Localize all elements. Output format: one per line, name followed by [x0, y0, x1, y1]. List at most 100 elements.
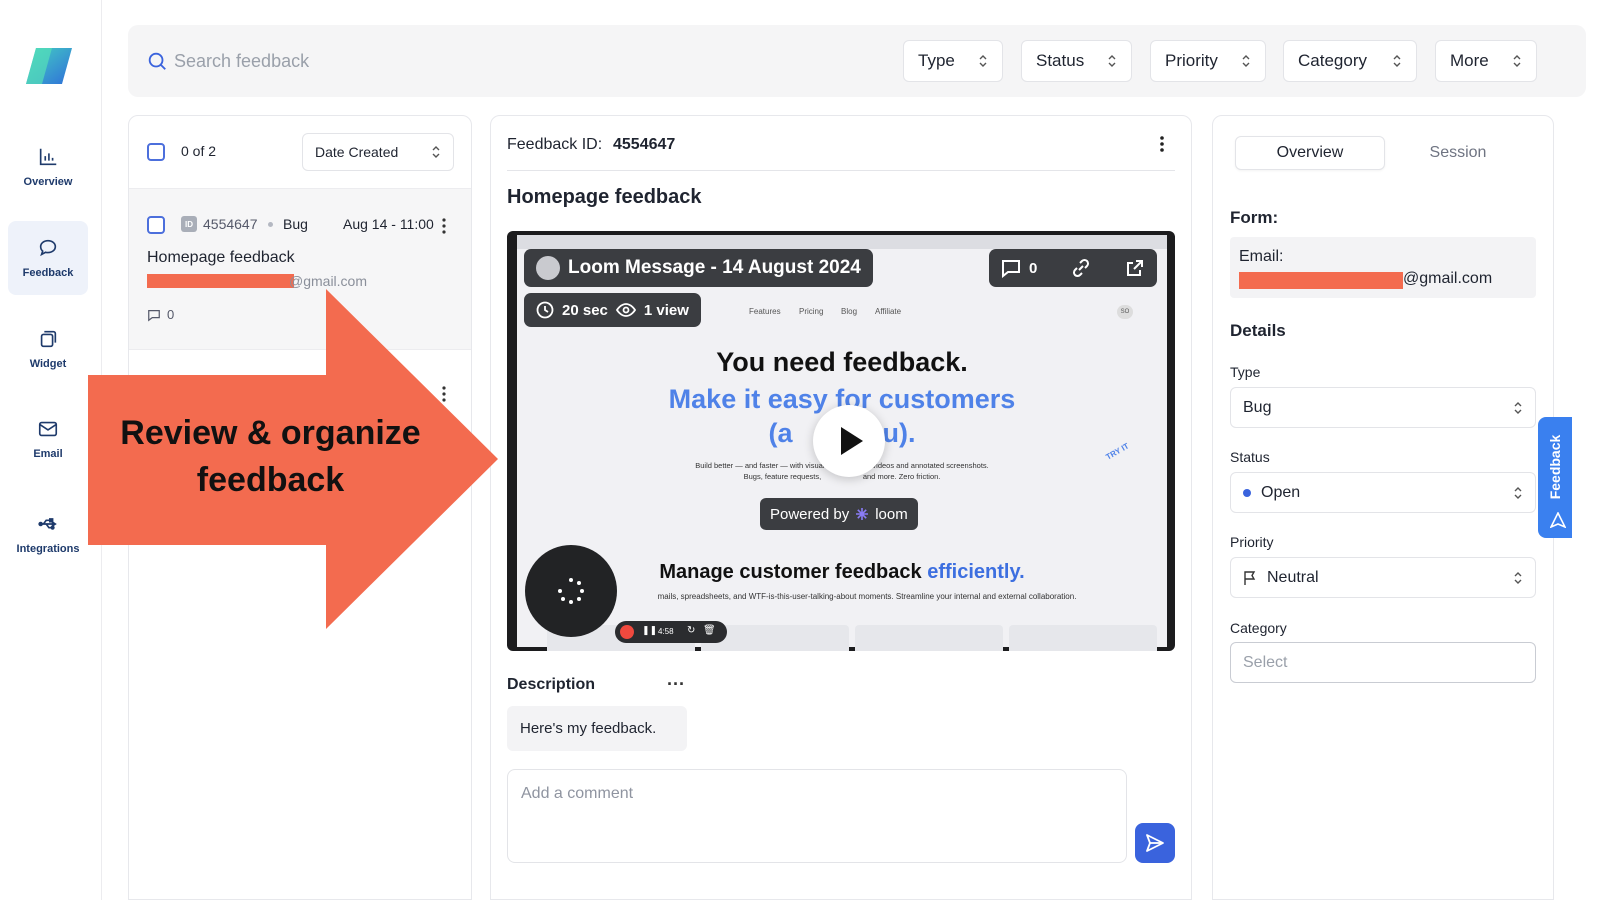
status-field-label: Status: [1230, 449, 1270, 465]
status-filter[interactable]: Status: [1021, 40, 1132, 82]
site-headline: You need feedback.: [716, 347, 968, 377]
video-comment-value: 0: [1029, 259, 1038, 277]
app-logo[interactable]: [26, 48, 72, 84]
type-filter[interactable]: Type: [903, 40, 1003, 82]
feedback-widget-tab[interactable]: Feedback: [1538, 417, 1572, 538]
chevron-up-down-icon: [1513, 55, 1521, 67]
site-avatar: SO: [1117, 305, 1133, 319]
sidebar-item-label: Email: [33, 448, 63, 460]
category-select[interactable]: Select: [1230, 642, 1536, 683]
app-root: Overview Feedback Widget Email Integrati…: [0, 0, 1600, 900]
external-link-icon[interactable]: [1125, 258, 1145, 278]
chevron-up-down-icon: [1108, 55, 1116, 67]
chat-bubble-icon: [39, 239, 57, 257]
video-actions-pill: 0: [989, 249, 1157, 287]
details-section-label: Details: [1230, 321, 1286, 340]
chevron-up-down-icon: [1242, 55, 1250, 67]
video-player[interactable]: Features Pricing Blog Affiliate SO You n…: [507, 231, 1175, 651]
email-label: Email:: [1239, 248, 1284, 265]
powered-by-label: Powered by: [770, 505, 850, 523]
type-select[interactable]: Bug: [1230, 387, 1536, 428]
pause-icon[interactable]: ❚❚: [642, 625, 657, 636]
chevron-up-down-icon: [979, 55, 987, 67]
form-section-label: Form:: [1230, 208, 1279, 227]
separator-dot: [268, 222, 273, 227]
site-thumbnail: [1009, 625, 1157, 651]
description-text: Here's my feedback.: [507, 706, 687, 751]
more-vertical-icon[interactable]: [442, 218, 446, 234]
search-icon: [148, 52, 166, 70]
stop-record-icon[interactable]: [620, 625, 634, 639]
callout-text-line: Review & organize: [120, 414, 421, 452]
clock-icon: [536, 301, 554, 319]
trash-icon[interactable]: 🗑: [703, 625, 716, 636]
link-icon[interactable]: [1071, 258, 1091, 278]
sidebar-item-email[interactable]: Email: [8, 402, 88, 476]
send-icon: [1146, 834, 1164, 852]
video-comment-count[interactable]: 0: [1001, 258, 1037, 278]
status-select[interactable]: Open: [1230, 472, 1536, 513]
site-nav-item: Blog: [841, 307, 858, 316]
priority-field-label: Priority: [1230, 534, 1274, 550]
site-subheadline-part: (a: [768, 418, 793, 448]
sort-select[interactable]: Date Created: [302, 133, 454, 171]
more-vertical-icon[interactable]: [1160, 136, 1164, 152]
loading-spinner-icon: [558, 578, 584, 604]
site-nav-item: Affiliate: [875, 307, 902, 316]
status-value: Open: [1261, 483, 1301, 501]
restart-icon[interactable]: ↻: [687, 625, 695, 636]
more-horizontal-icon[interactable]: ···: [667, 674, 685, 695]
sidebar-item-feedback[interactable]: Feedback: [8, 221, 88, 295]
item-id: 4554647: [203, 216, 258, 232]
flag-icon: [1244, 570, 1256, 585]
usb-icon: [38, 518, 57, 530]
email-domain: @gmail.com: [1403, 270, 1493, 287]
tab-overview[interactable]: Overview: [1235, 136, 1385, 170]
bar-chart-icon: [39, 148, 57, 166]
site-nav-item: Features: [749, 307, 781, 316]
filter-label: More: [1450, 51, 1489, 70]
loom-brand-label: loom: [875, 505, 908, 523]
sidebar-item-integrations[interactable]: Integrations: [8, 497, 88, 571]
category-filter[interactable]: Category: [1283, 40, 1417, 82]
email-card: Email: @gmail.com: [1230, 237, 1536, 298]
avatar: [536, 256, 560, 280]
callout-text: Review & organize feedback: [88, 410, 453, 504]
item-checkbox[interactable]: [147, 216, 165, 234]
loom-logo-icon: [856, 508, 869, 520]
sidebar-item-widget[interactable]: Widget: [8, 312, 88, 386]
powered-by-loom-badge[interactable]: Powered by loom: [760, 498, 918, 530]
mail-icon: [38, 421, 58, 437]
site-nav-item: Pricing: [799, 307, 824, 316]
priority-select[interactable]: Neutral: [1230, 557, 1536, 598]
more-filter[interactable]: More: [1435, 40, 1537, 82]
search-input[interactable]: [174, 43, 674, 79]
send-icon: [1550, 512, 1566, 528]
tab-session[interactable]: Session: [1383, 136, 1533, 170]
item-type: Bug: [283, 216, 308, 232]
sidebar-item-label: Integrations: [16, 543, 80, 555]
recording-time: 4:58: [658, 627, 674, 636]
feedback-id-value: 4554647: [613, 136, 676, 153]
video-stats-pill: 20 sec 1 view: [524, 293, 701, 327]
sidebar-item-label: Widget: [29, 358, 67, 370]
filter-label: Priority: [1165, 51, 1218, 70]
site-body-line: Bugs, feature requests,: [743, 472, 822, 481]
sidebar-item-label: Overview: [23, 176, 73, 188]
video-title: Loom Message - 14 August 2024: [568, 257, 861, 278]
filter-label: Type: [918, 51, 955, 70]
select-all-checkbox[interactable]: [147, 143, 165, 161]
sort-label: Date Created: [315, 144, 399, 160]
priority-filter[interactable]: Priority: [1150, 40, 1266, 82]
comment-input[interactable]: [507, 769, 1127, 863]
send-comment-button[interactable]: [1135, 823, 1175, 863]
chevron-up-down-icon: [1514, 571, 1522, 584]
play-button[interactable]: [813, 405, 885, 477]
filter-toolbar: Type Status Priority Category More: [128, 25, 1586, 97]
sidebar-item-overview[interactable]: Overview: [8, 130, 88, 204]
feedback-tab-label: Feedback: [1547, 434, 1563, 500]
sidebar-item-label: Feedback: [22, 267, 74, 279]
video-duration: 20 sec: [562, 301, 608, 319]
item-date: Aug 14 - 11:00: [343, 216, 434, 232]
recording-controls[interactable]: ❚❚ 4:58 ↻ 🗑: [615, 621, 727, 643]
